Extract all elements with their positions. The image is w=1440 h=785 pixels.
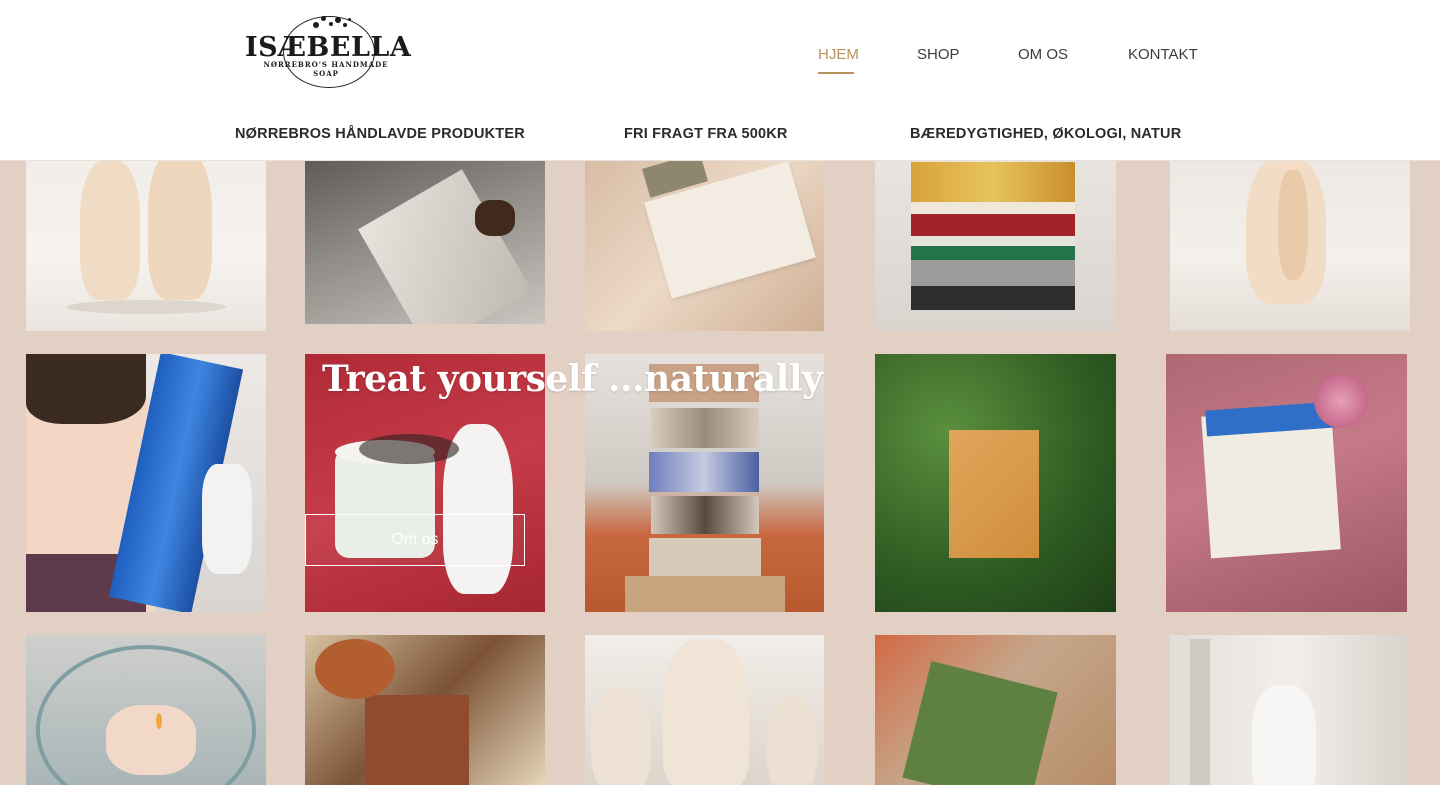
coffee-soap-photo — [305, 150, 545, 324]
woman-with-blue-soap-photo — [26, 354, 266, 612]
hero-title: Treat yourself ...naturally — [322, 358, 823, 400]
soap-box-on-silk-photo — [585, 150, 824, 331]
nav-item-om-os[interactable]: OM OS — [1018, 46, 1068, 63]
david-head-candle-photo — [585, 635, 824, 785]
usp-handmade: NØRREBROS HÅNDLAVDE PRODUKTER — [235, 126, 525, 142]
nav-item-shop[interactable]: SHOP — [917, 46, 960, 63]
stacked-soaps-photo — [875, 150, 1116, 331]
site-header: ISÆBELLA NØRREBRO'S HANDMADE SOAP HJEM S… — [0, 0, 1440, 161]
usp-free-shipping: FRI FRAGT FRA 500KR — [624, 126, 788, 142]
active-nav-indicator — [818, 72, 854, 74]
dried-flowers-soap-photo — [305, 635, 545, 785]
logo-dots-icon — [307, 14, 357, 32]
soap-on-plants-photo — [875, 354, 1116, 612]
floating-candle-photo — [26, 635, 266, 785]
om-os-button[interactable]: Om os — [305, 514, 525, 566]
usp-sustainability: BÆREDYGTIGHED, ØKOLOGI, NATUR — [910, 126, 1182, 142]
green-soap-photo — [875, 635, 1116, 785]
main-navigation: HJEM SHOP OM OS KONTAKT — [0, 46, 1440, 68]
nav-item-hjem[interactable]: HJEM — [818, 46, 859, 63]
nav-item-kontakt[interactable]: KONTAKT — [1128, 46, 1198, 63]
lavender-fields-soap-photo — [1166, 354, 1407, 612]
torso-candle-photo — [1170, 635, 1407, 785]
embrace-candle-photo — [1170, 150, 1410, 331]
body-candles-photo — [26, 150, 266, 331]
